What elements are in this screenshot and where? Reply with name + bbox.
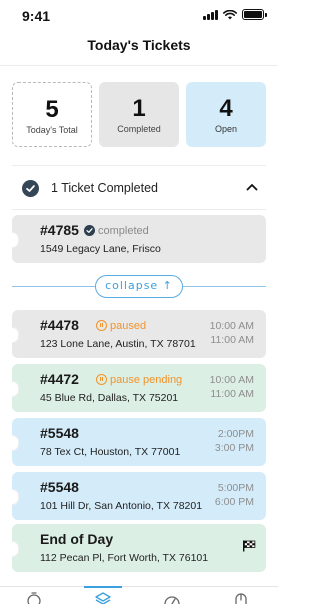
- header: Today's Tickets: [0, 28, 278, 66]
- ticket-id: #4472: [40, 371, 79, 387]
- collapse-row: collapse ↑: [12, 272, 266, 300]
- ticket-start-time: 5:00PM: [217, 482, 254, 494]
- ticket-address: 101 Hill Dr, San Antonio, TX 78201: [40, 500, 203, 512]
- stat-todays-total[interactable]: 5 Today's Total: [12, 82, 92, 147]
- status-bar: 9:41: [0, 0, 278, 28]
- ticket-end-time: 3:00 PM: [214, 442, 254, 454]
- tab-bar: [0, 586, 278, 604]
- pause-icon: [96, 374, 107, 385]
- ticket-id: #4478: [40, 317, 79, 333]
- ticket-address: 123 Lone Lane, Austin, TX 78701: [40, 338, 196, 350]
- end-of-day-title: End of Day: [40, 531, 114, 547]
- ticket-start-time: 10:00 AM: [209, 374, 254, 386]
- ticket-status-label: paused: [110, 319, 147, 332]
- completed-section-label: 1 Ticket Completed: [51, 181, 158, 195]
- battery-icon: [242, 9, 267, 20]
- tab-timer-icon[interactable]: [25, 591, 43, 604]
- tab-layers-icon[interactable]: [94, 591, 112, 604]
- ticket-start-time: 2:00PM: [217, 428, 254, 440]
- tab-gauge-icon[interactable]: [163, 591, 181, 604]
- ticket-id: #5548: [40, 479, 79, 495]
- chevron-up-icon[interactable]: [246, 182, 258, 192]
- ticket-status-label: completed: [98, 224, 149, 237]
- status-icons: [203, 9, 267, 20]
- status-time: 9:41: [22, 8, 51, 24]
- ticket-address: 78 Tex Ct, Houston, TX 77001: [40, 446, 181, 458]
- ticket-end-time: 6:00 PM: [214, 496, 254, 508]
- wifi-icon: [223, 9, 237, 19]
- ticket-status-label: pause pending: [110, 373, 183, 386]
- stat-label: Today's Total: [26, 125, 78, 135]
- ticket-card[interactable]: #5548 101 Hill Dr, San Antonio, TX 78201…: [12, 472, 266, 520]
- ticket-address: 45 Blue Rd, Dallas, TX 75201: [40, 392, 179, 404]
- ticket-status: completed: [84, 225, 149, 237]
- ticket-card[interactable]: #4472 pause pending 45 Blue Rd, Dallas, …: [12, 364, 266, 412]
- stat-value: 5: [45, 96, 59, 123]
- check-circle-icon: [84, 225, 95, 236]
- stat-label: Open: [214, 124, 238, 134]
- stat-label: Completed: [117, 124, 161, 134]
- tab-profile-icon[interactable]: [232, 591, 250, 604]
- collapse-button[interactable]: collapse ↑: [95, 275, 183, 298]
- checkered-flag-icon: [243, 540, 256, 552]
- stat-value: 4: [219, 95, 233, 122]
- stat-value: 1: [132, 95, 146, 122]
- cellular-signal-icon: [203, 9, 218, 20]
- ticket-address: 1549 Legacy Lane, Frisco: [40, 243, 161, 255]
- end-of-day-card[interactable]: End of Day 112 Pecan Pl, Fort Worth, TX …: [12, 524, 266, 572]
- completed-section-toggle[interactable]: 1 Ticket Completed: [12, 165, 266, 210]
- ticket-card[interactable]: #5548 78 Tex Ct, Houston, TX 77001 2:00P…: [12, 418, 266, 466]
- stat-completed[interactable]: 1 Completed: [99, 82, 179, 147]
- end-of-day-address: 112 Pecan Pl, Fort Worth, TX 76101: [40, 552, 209, 564]
- ticket-id: #5548: [40, 425, 79, 441]
- ticket-card-completed[interactable]: #4785 completed 1549 Legacy Lane, Frisco: [12, 215, 266, 263]
- ticket-status: paused: [96, 320, 146, 332]
- ticket-status: pause pending: [96, 374, 182, 386]
- page-title: Today's Tickets: [87, 37, 191, 53]
- ticket-end-time: 11:00 AM: [210, 334, 254, 346]
- ticket-card[interactable]: #4478 paused 123 Lone Lane, Austin, TX 7…: [12, 310, 266, 358]
- ticket-start-time: 10:00 AM: [209, 320, 254, 332]
- ticket-end-time: 11:00 AM: [210, 388, 254, 400]
- stat-open[interactable]: 4 Open: [186, 82, 266, 147]
- ticket-id: #4785: [40, 222, 79, 238]
- pause-icon: [96, 320, 107, 331]
- active-tab-indicator: [84, 586, 122, 588]
- check-circle-icon: [22, 180, 39, 197]
